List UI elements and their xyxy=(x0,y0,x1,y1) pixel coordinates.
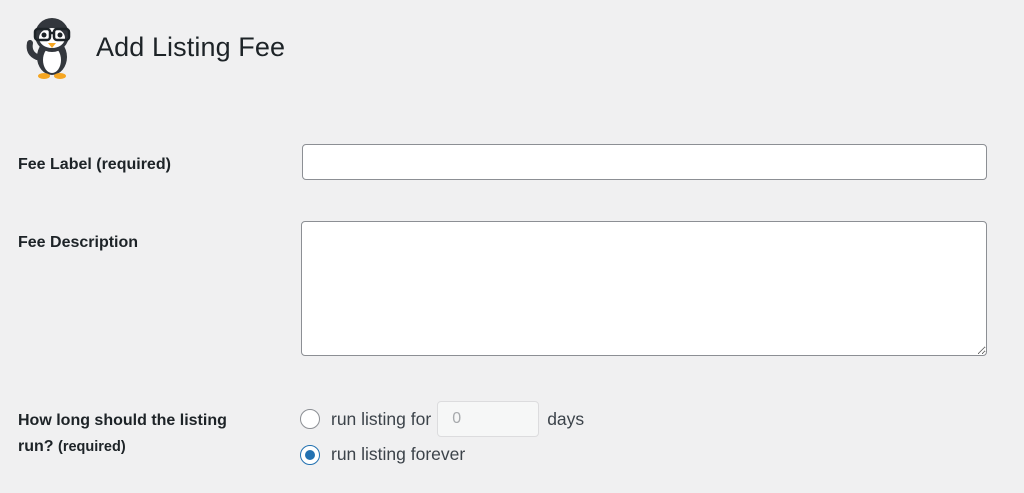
run-forever-label: run listing forever xyxy=(331,444,466,464)
duration-required-note: (required) xyxy=(58,439,126,455)
fee-label-label: Fee Label (required) xyxy=(18,156,171,173)
duration-label-line2: run? xyxy=(18,438,54,455)
days-input[interactable] xyxy=(437,401,540,437)
run-forever-option[interactable]: run listing forever xyxy=(300,444,465,465)
penguin-mascot-logo-icon xyxy=(26,18,71,79)
page-title: Add Listing Fee xyxy=(96,31,286,62)
run-forever-radio[interactable] xyxy=(300,444,320,465)
duration-label: How long should the listing run? (requir… xyxy=(18,408,227,460)
fee-description-label: Fee Description xyxy=(18,234,139,251)
run-for-option[interactable]: run listing for days xyxy=(300,401,584,437)
days-unit-label: days xyxy=(547,408,585,429)
fee-description-textarea[interactable] xyxy=(301,221,987,356)
duration-label-main: How long should the listing xyxy=(18,412,227,429)
run-for-label: run listing for xyxy=(331,408,432,429)
fee-label-input[interactable] xyxy=(302,144,987,180)
page-header: Add Listing Fee xyxy=(24,12,285,82)
run-for-radio[interactable] xyxy=(300,409,320,429)
